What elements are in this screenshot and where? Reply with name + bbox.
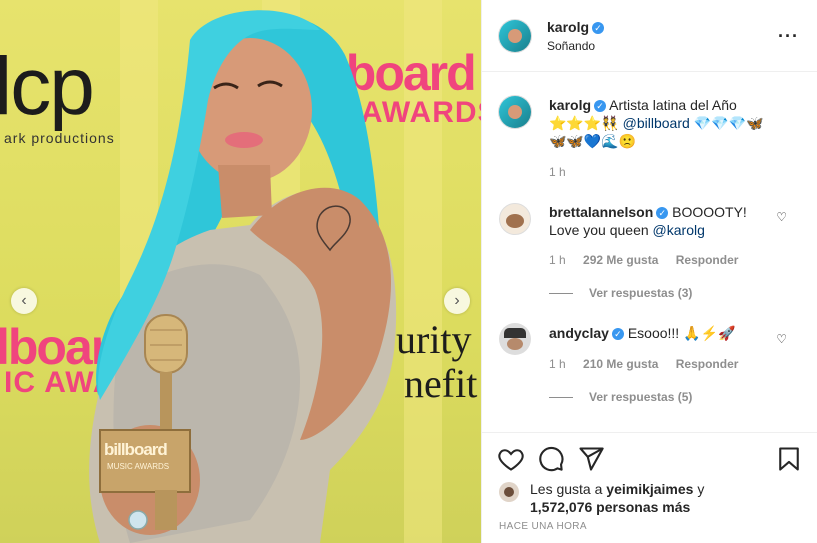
comment-text: BOOOOTY! <box>672 204 747 220</box>
comment-meta: 1 h 210 Me gusta Responder <box>549 357 738 371</box>
avatar-face <box>504 487 514 497</box>
caption-username[interactable]: karolg <box>549 97 591 113</box>
view-replies-button[interactable]: Ver respuestas (3) <box>549 286 692 300</box>
comment-meta: 1 h 292 Me gusta Responder <box>549 253 738 267</box>
avatar-face <box>508 105 522 119</box>
comment-like-heart-icon[interactable]: ♡ <box>776 210 787 224</box>
post-side-panel: karolg ✓ Soñando ··· karolg ✓ Artista lati… <box>481 0 817 543</box>
comment-likes[interactable]: 210 Me gusta <box>583 357 658 371</box>
person-figure <box>89 10 397 543</box>
verified-badge-icon: ✓ <box>594 100 607 112</box>
comment: andyclay ✓ Esooo!!! 🙏⚡🚀 <box>549 324 759 342</box>
comment-text: Esooo!!! 🙏⚡🚀 <box>627 325 736 341</box>
comment-like-heart-icon[interactable]: ♡ <box>776 332 787 346</box>
avatar[interactable] <box>499 96 531 128</box>
more-options-icon[interactable]: ··· <box>778 26 799 47</box>
comment-likes[interactable]: 292 Me gusta <box>583 253 658 267</box>
verified-badge-icon: ✓ <box>656 207 669 219</box>
avatar[interactable] <box>499 203 531 235</box>
likes-user-link[interactable]: yeimikjaimes <box>606 481 693 497</box>
caption-time[interactable]: 1 h <box>549 165 566 179</box>
comment-reply-button[interactable]: Responder <box>676 253 739 267</box>
likes-summary: Les gusta a yeimikjaimes y 1,572,076 per… <box>530 480 704 516</box>
comment-text: Love you queen <box>549 222 649 238</box>
chevron-right-icon[interactable]: › <box>444 288 470 314</box>
heart-icon[interactable] <box>497 445 525 473</box>
comment-reply-button[interactable]: Responder <box>676 357 739 371</box>
avatar-face <box>506 214 524 228</box>
caption: karolg ✓ Artista latina del Año ⭐⭐⭐👯 @bil… <box>549 96 794 150</box>
avatar[interactable] <box>499 323 531 355</box>
bookmark-icon[interactable] <box>775 445 803 473</box>
verified-badge-icon: ✓ <box>611 328 624 340</box>
likes-connector: y <box>697 481 705 497</box>
caption-emojis: 💎💎💎🦋 <box>693 115 764 131</box>
view-replies-line <box>549 397 573 399</box>
avatar-face <box>508 29 522 43</box>
view-replies-button[interactable]: Ver respuestas (5) <box>549 390 692 404</box>
header-location[interactable]: Soñando <box>547 39 595 53</box>
avatar[interactable] <box>499 20 531 52</box>
comment-time[interactable]: 1 h <box>549 253 566 267</box>
likes-prefix: Les gusta a <box>530 481 603 497</box>
comment-username[interactable]: brettalannelson <box>549 204 653 220</box>
share-icon[interactable] <box>577 445 605 473</box>
comment: brettalannelson ✓ BOOOOTY! Love you queen… <box>549 203 759 239</box>
caption-mention-link[interactable]: @billboard <box>623 115 690 131</box>
avatar-hair <box>504 328 526 338</box>
trophy-awards-label: MUSIC AWARDS <box>107 462 170 471</box>
avatar-face <box>507 338 523 350</box>
comment-icon[interactable] <box>537 445 565 473</box>
caption-emojis: 🦋🦋💙🌊🙁 <box>549 133 637 149</box>
header-username[interactable]: karolg <box>547 19 589 35</box>
view-replies-label: Ver respuestas (5) <box>589 390 693 404</box>
header-user: karolg ✓ <box>547 19 605 35</box>
comment-time[interactable]: 1 h <box>549 357 566 371</box>
avatar[interactable] <box>499 482 519 502</box>
post-photo[interactable]: lcp ark productions llboard C AWARDS lbo… <box>0 0 481 543</box>
view-replies-label: Ver respuestas (3) <box>589 286 693 300</box>
post-timestamp[interactable]: HACE UNA HORA <box>499 521 587 532</box>
likes-count-button[interactable]: 1,572,076 personas más <box>530 499 690 515</box>
trophy-billboard-label: billboard <box>104 440 168 459</box>
caption-emojis: ⭐⭐⭐👯 <box>549 115 619 131</box>
chevron-left-icon[interactable]: ‹ <box>11 288 37 314</box>
comment-mention-link[interactable]: @karolg <box>653 222 705 238</box>
caption-text: Artista latina del Año <box>609 97 737 113</box>
view-replies-line <box>549 293 573 295</box>
verified-badge-icon: ✓ <box>592 22 605 34</box>
comments-list[interactable]: karolg ✓ Artista latina del Año ⭐⭐⭐👯 @bil… <box>482 72 817 430</box>
comment-username[interactable]: andyclay <box>549 325 609 341</box>
post-header: karolg ✓ Soñando ··· <box>482 0 817 72</box>
